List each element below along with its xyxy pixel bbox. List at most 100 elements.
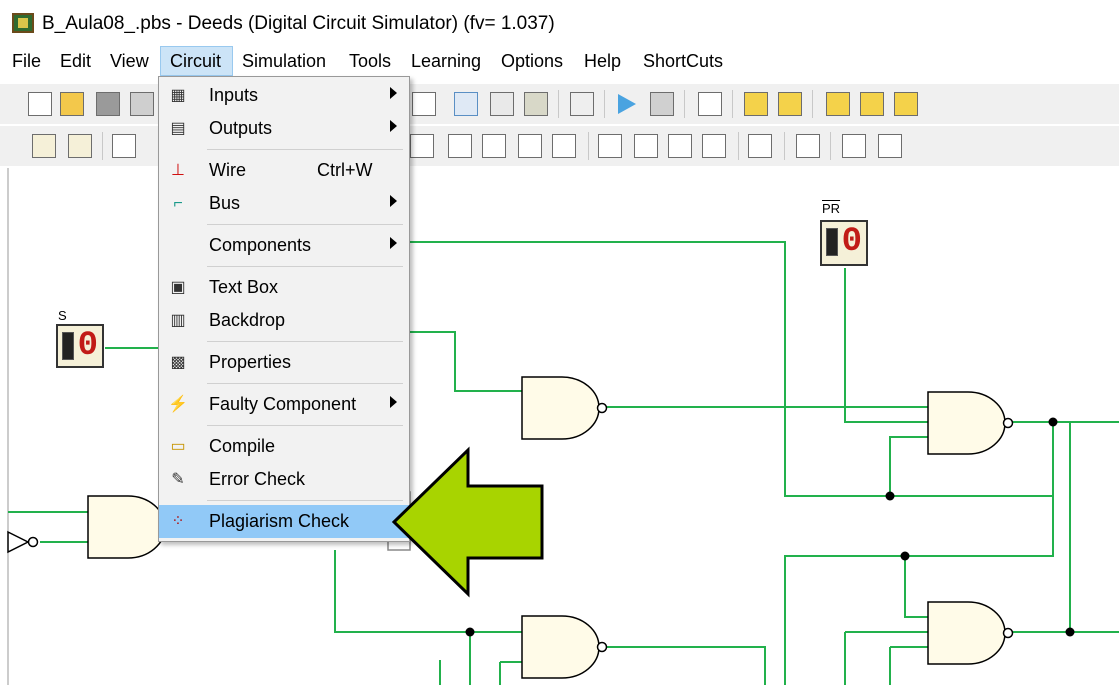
menu-tools[interactable]: Tools xyxy=(349,46,391,76)
or-gate-icon[interactable] xyxy=(518,134,542,158)
menu-item-label: Wire xyxy=(209,160,246,180)
toolbar-separator xyxy=(684,90,685,118)
menu-item-bus[interactable]: ⌐ Bus xyxy=(159,187,409,220)
menu-item-shortcut: Ctrl+W xyxy=(317,160,373,180)
menu-item-components[interactable]: Components xyxy=(159,229,409,262)
upload-icon[interactable] xyxy=(744,92,768,116)
menu-shortcuts[interactable]: ShortCuts xyxy=(643,46,723,76)
board-icon-3[interactable] xyxy=(894,92,918,116)
menu-separator xyxy=(207,224,403,225)
timing-icon[interactable] xyxy=(698,92,722,116)
buffer-gate-icon[interactable] xyxy=(410,134,434,158)
menu-item-wire[interactable]: ⊥ Wire Ctrl+W xyxy=(159,154,409,187)
menu-options[interactable]: Options xyxy=(501,46,563,76)
switch-pr[interactable]: 0 xyxy=(820,220,868,266)
board-icon-1[interactable] xyxy=(826,92,850,116)
error-check-icon: ✎ xyxy=(171,471,185,488)
wire-tool-icon[interactable] xyxy=(112,134,136,158)
switch-slot xyxy=(826,228,838,256)
toolbar-separator xyxy=(558,90,559,118)
submenu-arrow-icon xyxy=(390,237,397,249)
menu-item-label: Inputs xyxy=(209,85,259,105)
menu-item-properties[interactable]: ▩ Properties xyxy=(159,346,409,379)
hand-tool-icon[interactable] xyxy=(412,92,436,116)
xor-gate-icon[interactable] xyxy=(552,134,576,158)
chip-edit-icon[interactable] xyxy=(524,92,548,116)
flipflop-icon[interactable] xyxy=(598,134,622,158)
menu-separator xyxy=(207,341,403,342)
toolbar-separator xyxy=(588,132,589,160)
menu-item-plagiarism-check[interactable]: ⁘ Plagiarism Check xyxy=(159,505,409,538)
circuit-menu: ▦ Inputs ▤ Outputs ⊥ Wire Ctrl+W ⌐ Bus C… xyxy=(158,76,410,542)
app-icon xyxy=(12,13,34,33)
component-icon[interactable] xyxy=(748,134,772,158)
bus-icon: ⌐ xyxy=(173,195,183,212)
toolbar-separator xyxy=(830,132,831,160)
play-icon[interactable] xyxy=(618,94,636,114)
register-icon[interactable] xyxy=(634,134,658,158)
menu-item-label: Text Box xyxy=(209,277,279,297)
menu-learning[interactable]: Learning xyxy=(411,46,481,76)
submenu-arrow-icon xyxy=(390,195,397,207)
counter-icon[interactable] xyxy=(668,134,692,158)
submenu-arrow-icon xyxy=(390,87,397,99)
menu-simulation[interactable]: Simulation xyxy=(242,46,326,76)
menu-separator xyxy=(207,383,403,384)
menu-item-label: Properties xyxy=(209,352,292,372)
menu-view[interactable]: View xyxy=(110,46,149,76)
backdrop-tool-icon[interactable] xyxy=(796,134,820,158)
menu-item-error-check[interactable]: ✎ Error Check xyxy=(159,463,409,496)
menu-item-outputs[interactable]: ▤ Outputs xyxy=(159,112,409,145)
inputs-icon: ▦ xyxy=(170,87,186,104)
submenu-arrow-icon xyxy=(390,120,397,132)
input-switch-icon[interactable] xyxy=(32,134,56,158)
text-box-tool-icon[interactable] xyxy=(842,134,866,158)
menu-item-label: Faulty Component xyxy=(209,394,357,414)
toolbar-separator xyxy=(732,90,733,118)
wire-check-icon[interactable] xyxy=(570,92,594,116)
switch-s[interactable]: 0 xyxy=(56,324,104,368)
nand-gate-icon[interactable] xyxy=(482,134,506,158)
board-icon-2[interactable] xyxy=(860,92,884,116)
toolbar-separator xyxy=(738,132,739,160)
wire-icon: ⊥ xyxy=(171,162,185,179)
text-box-icon: ▣ xyxy=(170,279,186,296)
menu-separator xyxy=(207,425,403,426)
menu-help[interactable]: Help xyxy=(584,46,621,76)
memory-icon[interactable] xyxy=(702,134,726,158)
and-gate-icon[interactable] xyxy=(448,134,472,158)
toolbar-separator xyxy=(812,90,813,118)
save-icon[interactable] xyxy=(96,92,120,116)
new-file-icon[interactable] xyxy=(28,92,52,116)
menu-item-label: Components xyxy=(209,235,312,255)
menu-item-label: Compile xyxy=(209,436,276,456)
menu-circuit[interactable]: Circuit xyxy=(160,46,233,76)
switch-s-label: S xyxy=(58,308,67,323)
toolbar-separator xyxy=(102,132,103,160)
menu-item-label: Backdrop xyxy=(209,310,286,330)
output-led-icon[interactable] xyxy=(68,134,92,158)
menu-item-compile[interactable]: ▭ Compile xyxy=(159,430,409,463)
menu-item-backdrop[interactable]: ▥ Backdrop xyxy=(159,304,409,337)
backdrop-tool-icon-2[interactable] xyxy=(878,134,902,158)
open-folder-icon[interactable] xyxy=(60,92,84,116)
menu-edit[interactable]: Edit xyxy=(60,46,91,76)
menu-item-text-box[interactable]: ▣ Text Box xyxy=(159,271,409,304)
menu-separator xyxy=(207,500,403,501)
download-icon[interactable] xyxy=(778,92,802,116)
menu-separator xyxy=(207,266,403,267)
select-arrow-icon[interactable] xyxy=(454,92,478,116)
properties-icon: ▩ xyxy=(170,354,186,371)
plagiarism-icon: ⁘ xyxy=(171,513,185,530)
menu-file[interactable]: File xyxy=(12,46,41,76)
print-icon[interactable] xyxy=(130,92,154,116)
toolbar-separator xyxy=(604,90,605,118)
menu-item-faulty-component[interactable]: ⚡ Faulty Component xyxy=(159,388,409,421)
menu-item-inputs[interactable]: ▦ Inputs xyxy=(159,79,409,112)
menu-item-label: Bus xyxy=(209,193,241,213)
stop-icon[interactable] xyxy=(650,92,674,116)
outputs-icon: ▤ xyxy=(170,120,186,137)
eraser-icon[interactable] xyxy=(490,92,514,116)
backdrop-icon: ▥ xyxy=(170,312,186,329)
switch-slot xyxy=(62,332,74,360)
